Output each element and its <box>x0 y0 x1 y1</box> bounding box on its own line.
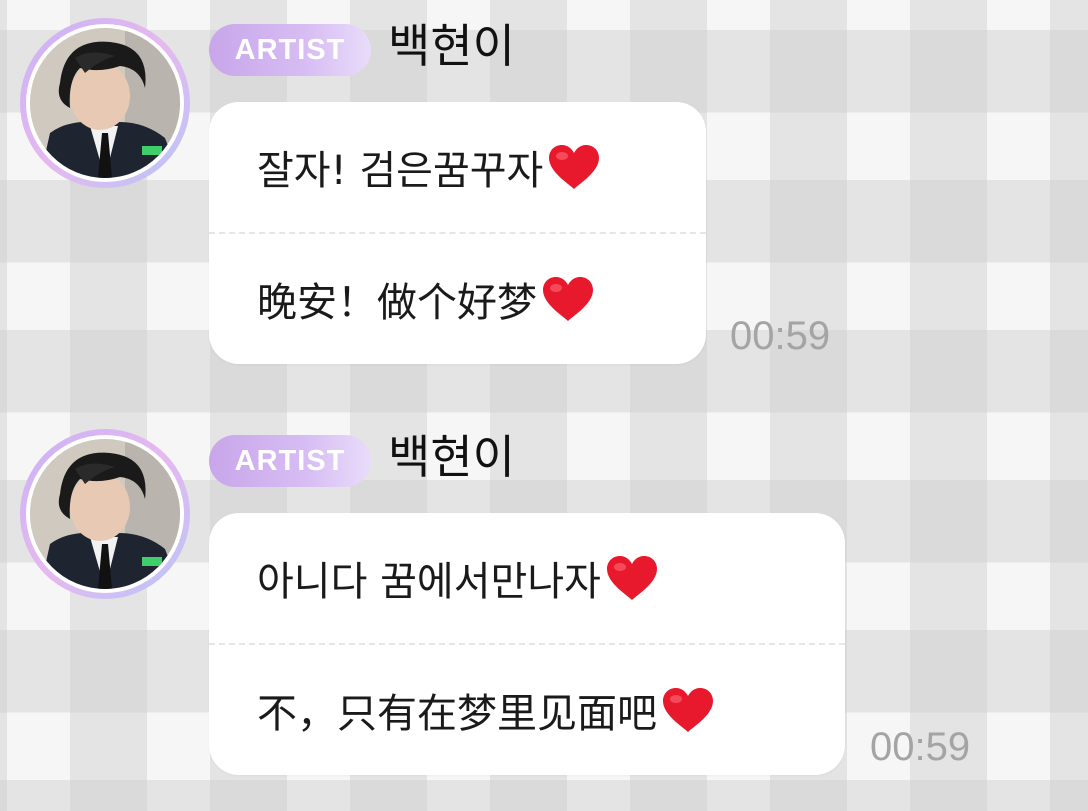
message-text: 아니다 꿈에서만나자 <box>257 559 601 605</box>
chat-message-group: ARTIST 백현이 아니다 꿈에서만나자 不，只有在梦里见面吧 00:59 <box>0 411 1088 811</box>
red-heart-icon <box>543 277 593 321</box>
message-translation: 晚安！做个好梦 <box>257 280 537 326</box>
message-translation: 不，只有在梦里见面吧 <box>257 691 657 737</box>
message-line: 不，只有在梦里见面吧 <box>209 645 845 775</box>
artist-badge: ARTIST <box>209 435 371 487</box>
avatar-ring[interactable] <box>20 429 190 599</box>
message-timestamp: 00:59 <box>730 314 831 358</box>
red-heart-icon <box>606 556 657 600</box>
message-text: 잘자! 검은꿈꾸자 <box>257 148 544 194</box>
red-heart-icon <box>663 688 713 732</box>
message-line: 잘자! 검은꿈꾸자 <box>209 102 706 232</box>
avatar-photo-icon <box>30 28 180 178</box>
sender-name[interactable]: 백현이 <box>388 16 515 76</box>
avatar-photo-icon <box>30 439 180 589</box>
avatar-ring[interactable] <box>20 18 190 188</box>
red-heart-icon <box>549 145 600 189</box>
message-bubble[interactable]: 아니다 꿈에서만나자 不，只有在梦里见面吧 <box>209 513 845 775</box>
message-bubble[interactable]: 잘자! 검은꿈꾸자 晚安！做个好梦 <box>209 102 706 364</box>
message-timestamp: 00:59 <box>870 725 971 769</box>
message-line: 아니다 꿈에서만나자 <box>209 513 845 643</box>
message-line: 晚安！做个好梦 <box>209 234 706 364</box>
chat-message-group: ARTIST 백현이 잘자! 검은꿈꾸자 晚安！做个好梦 00:59 <box>0 0 1088 400</box>
avatar <box>30 28 180 178</box>
artist-badge: ARTIST <box>209 24 371 76</box>
sender-name[interactable]: 백현이 <box>388 427 515 487</box>
avatar <box>30 439 180 589</box>
